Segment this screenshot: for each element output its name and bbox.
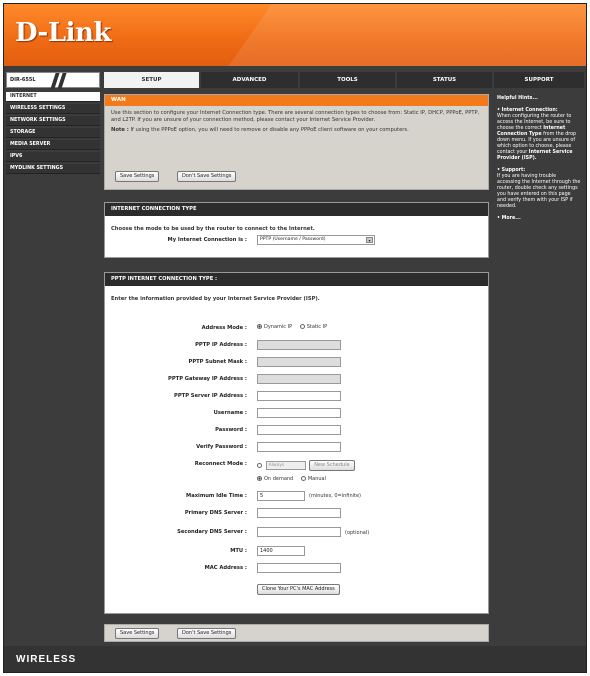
footer-wireless-text: WIRELESS <box>16 654 77 665</box>
tab-support[interactable]: SUPPORT <box>494 72 584 88</box>
wan-note: Note : If using the PPPoE option, you wi… <box>111 127 409 133</box>
hint-support: • Support: If you are having trouble acc… <box>497 168 581 209</box>
username-input[interactable] <box>257 408 341 418</box>
router-admin-frame: D-Link DIR-655L SETUP ADVANCED TOOLS STA… <box>3 3 587 673</box>
sidebar-item-mydlink-settings[interactable]: MYDLINK SETTINGS <box>6 164 100 174</box>
dont-save-settings-button-bottom[interactable]: Don't Save Settings <box>177 628 237 639</box>
pptp-server-input[interactable] <box>257 391 341 401</box>
reconnect-mode-row1: Always New Schedule <box>257 460 355 471</box>
sidebar-item-storage[interactable]: STORAGE <box>6 128 100 138</box>
help-title: Helpful Hints... <box>497 96 538 101</box>
mac-address-label: MAC Address : <box>204 565 247 571</box>
top-nav: DIR-655L SETUP ADVANCED TOOLS STATUS SUP… <box>4 70 586 90</box>
sidebar-item-media-server[interactable]: MEDIA SERVER <box>6 140 100 150</box>
tab-tools[interactable]: TOOLS <box>300 72 395 88</box>
chevron-down-icon: ▾ <box>366 237 373 243</box>
pptp-subnet-label: PPTP Subnet Mask : <box>188 359 247 365</box>
pptp-section: PPTP INTERNET CONNECTION TYPE : Enter th… <box>104 272 489 614</box>
pptp-gateway-label: PPTP Gateway IP Address : <box>168 376 247 382</box>
mtu-label: MTU : <box>230 548 247 554</box>
primary-dns-input[interactable] <box>257 508 341 518</box>
tab-setup[interactable]: SETUP <box>104 72 199 88</box>
connection-type-label: My Internet Connection is : <box>167 237 247 243</box>
sidebar-item-ipv6[interactable]: IPV6 <box>6 152 100 162</box>
always-radio[interactable] <box>257 463 262 468</box>
secondary-dns-input[interactable] <box>257 527 341 537</box>
sidebar-item-wireless-settings[interactable]: WIRELESS SETTINGS <box>6 104 100 114</box>
model-badge: DIR-655L <box>6 72 100 89</box>
save-settings-button-bottom[interactable]: Save Settings <box>115 628 160 639</box>
connection-type-section: INTERNET CONNECTION TYPE Choose the mode… <box>104 202 489 258</box>
pptp-server-label: PPTP Server IP Address : <box>174 393 247 399</box>
reconnect-mode-label: Reconnect Mode : <box>194 461 247 467</box>
tab-status[interactable]: STATUS <box>397 72 492 88</box>
dlink-logo: D-Link <box>15 18 111 48</box>
helpful-hints-panel: Helpful Hints... • Internet Connection: … <box>493 92 585 644</box>
static-ip-radio[interactable] <box>299 324 305 329</box>
hint-internet-connection: • Internet Connection: When configuring … <box>497 108 577 161</box>
connection-type-instruction: Choose the mode to be used by the router… <box>111 226 315 232</box>
schedule-select[interactable]: Always <box>265 461 306 470</box>
password-input[interactable] <box>257 425 341 435</box>
max-idle-time-label: Maximum Idle Time : <box>186 493 247 499</box>
connection-type-select[interactable]: PPTP (Username / Password) ▾ <box>257 235 375 245</box>
dont-save-settings-button[interactable]: Don't Save Settings <box>177 171 237 182</box>
sidebar: INTERNET WIRELESS SETTINGS NETWORK SETTI… <box>6 92 100 620</box>
max-idle-time-input[interactable]: 5 <box>257 491 305 501</box>
wan-heading: WAN <box>105 95 488 106</box>
optional-hint: (optional) <box>345 530 370 536</box>
more-link[interactable]: • More... <box>497 216 581 222</box>
model-name: DIR-655L <box>10 77 36 83</box>
new-schedule-button[interactable]: New Schedule <box>309 460 355 471</box>
wan-description: Use this section to configure your Inter… <box>111 110 480 123</box>
reconnect-mode-row2: On demand Manual <box>257 476 326 482</box>
mac-address-input[interactable] <box>257 563 341 573</box>
sidebar-item-internet[interactable]: INTERNET <box>6 92 100 102</box>
footer: WIRELESS <box>4 646 586 672</box>
dynamic-ip-radio[interactable] <box>257 324 262 329</box>
address-mode-label: Address Mode : <box>201 325 247 331</box>
pptp-ip-input[interactable] <box>257 340 341 350</box>
mtu-input[interactable]: 1400 <box>257 546 305 556</box>
tab-advanced[interactable]: ADVANCED <box>201 72 298 88</box>
pptp-gateway-input[interactable] <box>257 374 341 384</box>
manual-radio[interactable] <box>300 476 306 481</box>
pptp-subnet-input[interactable] <box>257 357 341 367</box>
sidebar-item-network-settings[interactable]: NETWORK SETTINGS <box>6 116 100 126</box>
save-settings-button[interactable]: Save Settings <box>115 171 160 182</box>
pptp-instruction: Enter the information provided by your I… <box>111 296 320 302</box>
header-banner: D-Link <box>4 4 586 66</box>
address-mode-options: Dynamic IP Static IP <box>257 324 327 330</box>
verify-password-label: Verify Password : <box>196 444 247 450</box>
secondary-dns-label: Secondary DNS Server : <box>177 529 247 535</box>
pptp-heading: PPTP INTERNET CONNECTION TYPE : <box>105 273 488 286</box>
verify-password-input[interactable] <box>257 442 341 452</box>
primary-dns-label: Primary DNS Server : <box>184 510 247 516</box>
connection-type-heading: INTERNET CONNECTION TYPE <box>105 203 488 216</box>
on-demand-radio[interactable] <box>257 476 262 481</box>
wan-intro-panel: WAN Use this section to configure your I… <box>104 94 489 190</box>
username-label: Username : <box>213 410 247 416</box>
idle-time-hint: (minutes, 0=infinite) <box>309 493 361 499</box>
pptp-ip-label: PPTP IP Address : <box>195 342 247 348</box>
password-label: Password : <box>215 427 247 433</box>
main-content: WAN Use this section to configure your I… <box>102 92 491 644</box>
bottom-button-bar: Save Settings Don't Save Settings <box>104 624 489 642</box>
clone-mac-button[interactable]: Clone Your PC's MAC Address <box>257 584 340 595</box>
